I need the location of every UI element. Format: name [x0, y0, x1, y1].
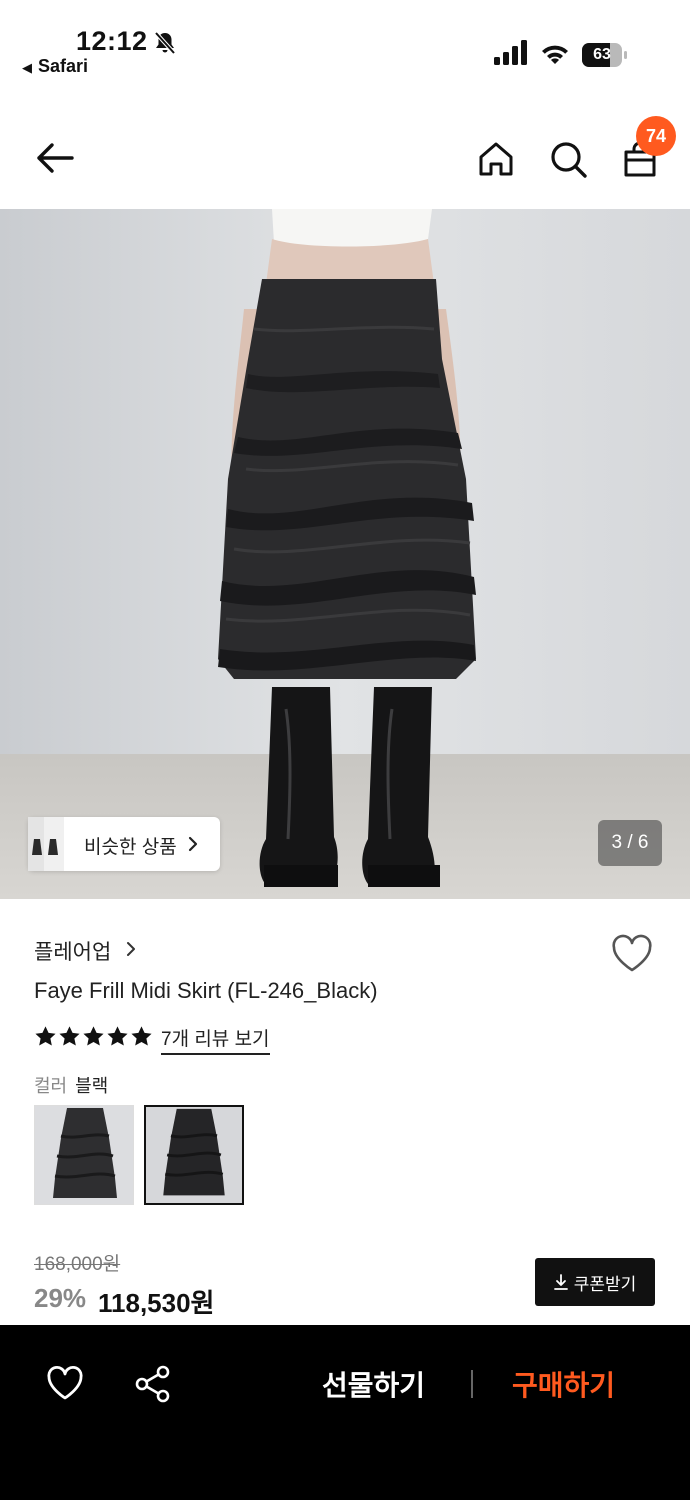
search-icon[interactable]	[546, 137, 590, 181]
back-triangle-icon: ◀	[22, 60, 32, 75]
chevron-right-icon	[188, 836, 198, 852]
wishlist-heart-icon[interactable]	[610, 934, 654, 974]
back-to-app[interactable]: ◀ Safari	[22, 56, 88, 77]
cart-count-badge: 74	[636, 116, 676, 156]
product-name: Faye Frill Midi Skirt (FL-246_Black)	[34, 978, 378, 1003]
wifi-icon	[542, 45, 568, 64]
swatch-image	[35, 1106, 133, 1204]
back-app-label: Safari	[38, 56, 89, 76]
star-icon	[59, 1026, 80, 1046]
back-arrow-icon[interactable]	[32, 136, 76, 180]
coupon-label: 쿠폰받기	[573, 1274, 637, 1294]
swatch-image	[146, 1107, 242, 1203]
similar-products-button[interactable]: 비슷한 상품	[28, 817, 220, 871]
buy-button[interactable]: 구매하기	[512, 1364, 615, 1404]
color-swatch-1[interactable]	[34, 1105, 134, 1205]
view-reviews-link[interactable]: 7개 리뷰 보기	[161, 1024, 270, 1055]
get-coupon-button[interactable]: 쿠폰받기	[535, 1258, 655, 1306]
rating-stars	[34, 1025, 153, 1049]
chevron-right-icon[interactable]	[126, 940, 136, 958]
home-icon[interactable]	[474, 137, 518, 181]
original-price: 168,000원	[34, 1254, 121, 1275]
star-icon	[107, 1026, 128, 1046]
star-icon	[35, 1026, 56, 1046]
bell-slash-icon	[154, 31, 176, 55]
sale-price: 118,530원	[98, 1288, 215, 1318]
color-swatch-2-selected[interactable]	[144, 1105, 244, 1205]
gift-button[interactable]: 선물하기	[322, 1364, 425, 1404]
color-value: 블랙	[75, 1076, 109, 1096]
brand-link[interactable]: 플레어업	[34, 936, 111, 966]
signal-icon	[494, 40, 527, 65]
similar-products-label: 비슷한 상품	[84, 837, 177, 858]
similar-products-thumbnail	[28, 817, 64, 871]
star-icon	[131, 1026, 152, 1046]
color-option-row: 컬러 블랙	[34, 1072, 108, 1098]
star-icon	[83, 1026, 104, 1046]
download-icon	[553, 1274, 568, 1290]
battery-level: 63	[593, 46, 611, 63]
product-photo	[0, 209, 690, 899]
bottom-action-bar	[0, 1325, 690, 1500]
action-divider	[471, 1370, 473, 1398]
status-time: 12:12	[76, 26, 148, 56]
color-label: 컬러	[34, 1076, 68, 1096]
discount-rate: 29%	[34, 1283, 87, 1313]
image-page-counter: 3 / 6	[598, 820, 662, 866]
status-bar: 12:12 ◀ Safari 63	[0, 0, 690, 100]
product-image[interactable]	[0, 209, 690, 899]
heart-icon[interactable]	[45, 1364, 85, 1404]
share-icon[interactable]	[133, 1364, 173, 1404]
